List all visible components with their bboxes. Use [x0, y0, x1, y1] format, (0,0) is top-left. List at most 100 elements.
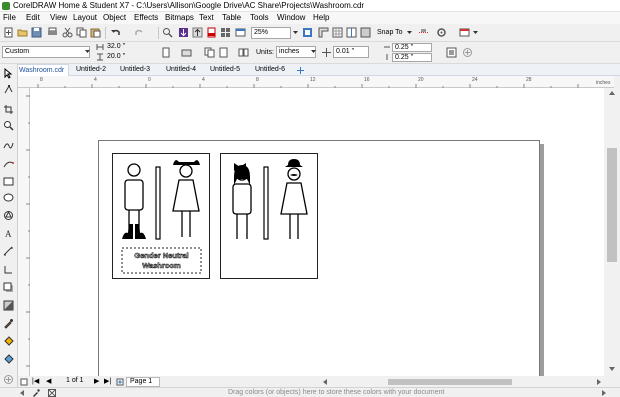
- smart-fill-icon[interactable]: [3, 354, 14, 365]
- nudge-distance-field[interactable]: 0.01 ": [333, 46, 369, 58]
- welcome-screen-icon[interactable]: [235, 27, 246, 38]
- eyedropper-icon[interactable]: [32, 389, 40, 397]
- alignment-guides-icon[interactable]: [418, 27, 429, 38]
- page-size-select[interactable]: Custom: [2, 46, 90, 58]
- tab-untitled-4[interactable]: Untitled-4: [162, 64, 200, 76]
- scroll-up-icon[interactable]: [608, 90, 616, 96]
- polygon-tool-icon[interactable]: [3, 210, 14, 221]
- menu-file[interactable]: File: [3, 13, 16, 22]
- menu-bitmaps[interactable]: Bitmaps: [165, 13, 194, 22]
- show-guidelines-icon[interactable]: [346, 27, 357, 38]
- crop-tool-icon[interactable]: [3, 104, 14, 115]
- menu-table[interactable]: Table: [222, 13, 241, 22]
- color-eyedropper-icon[interactable]: [3, 318, 14, 329]
- open-folder-icon[interactable]: [17, 27, 28, 38]
- vertical-scrollbar[interactable]: [604, 88, 620, 376]
- chevron-down-icon[interactable]: [310, 47, 317, 56]
- application-launcher-icon[interactable]: [220, 27, 231, 38]
- rectangle-tool-icon[interactable]: [3, 176, 14, 187]
- chevron-down-icon[interactable]: [84, 47, 91, 56]
- duplicate-x-field[interactable]: 0.25 ": [392, 43, 432, 52]
- add-page-icon[interactable]: [116, 378, 124, 386]
- page-height-field[interactable]: 20.0 ": [105, 53, 150, 62]
- quick-customize-icon[interactable]: [462, 47, 473, 58]
- add-tool-icon[interactable]: [3, 374, 14, 385]
- no-color-icon[interactable]: [48, 389, 56, 397]
- drawing-canvas[interactable]: Gender Neutral Washroom: [30, 88, 604, 376]
- vertical-scroll-thumb[interactable]: [607, 148, 617, 262]
- first-page-button[interactable]: |◀: [32, 377, 39, 385]
- publish-pdf-icon[interactable]: [206, 27, 217, 38]
- palette-scroll-left-icon[interactable]: [18, 389, 26, 397]
- washroom-sign-gender-neutral[interactable]: Gender Neutral Washroom: [112, 153, 210, 279]
- redo-icon[interactable]: [134, 27, 145, 38]
- menu-edit[interactable]: Edit: [26, 13, 40, 22]
- menu-text[interactable]: Text: [199, 13, 214, 22]
- cut-icon[interactable]: [62, 27, 73, 38]
- last-page-button[interactable]: ▶|: [104, 377, 111, 385]
- next-page-button[interactable]: ▶: [94, 377, 99, 385]
- page-layout-icon[interactable]: [446, 47, 457, 58]
- scroll-left-icon[interactable]: [322, 379, 328, 385]
- all-pages-icon[interactable]: [204, 47, 215, 58]
- tab-untitled-6[interactable]: Untitled-6: [251, 64, 289, 76]
- show-rulers-icon[interactable]: [318, 27, 329, 38]
- vertical-ruler[interactable]: [18, 88, 30, 376]
- interactive-fill-icon[interactable]: [3, 336, 14, 347]
- undo-icon[interactable]: [110, 27, 121, 38]
- search-content-icon[interactable]: [162, 27, 173, 38]
- text-tool-icon[interactable]: A: [3, 228, 14, 239]
- page-options-icon[interactable]: [20, 378, 28, 386]
- bleed-icon[interactable]: [360, 27, 371, 38]
- import-icon[interactable]: [178, 27, 189, 38]
- save-icon[interactable]: [31, 27, 42, 38]
- landscape-icon[interactable]: [181, 47, 192, 58]
- page-width-field[interactable]: 32.0 ": [105, 43, 150, 52]
- tab-washroom[interactable]: Washroom.cdr: [14, 64, 70, 76]
- menu-view[interactable]: View: [50, 13, 67, 22]
- add-tab-icon[interactable]: [297, 67, 304, 74]
- ellipse-tool-icon[interactable]: [3, 192, 14, 203]
- shape-tool-icon[interactable]: [3, 84, 14, 95]
- transparency-tool-icon[interactable]: [3, 300, 14, 311]
- parallel-dimension-icon[interactable]: [3, 246, 14, 257]
- scroll-down-icon[interactable]: [608, 366, 616, 372]
- page-tab[interactable]: Page 1: [126, 377, 160, 387]
- new-document-icon[interactable]: [3, 27, 14, 38]
- copy-icon[interactable]: [76, 27, 87, 38]
- portrait-icon[interactable]: [160, 47, 171, 58]
- options-gear-icon[interactable]: [436, 27, 447, 38]
- menu-layout[interactable]: Layout: [73, 13, 97, 22]
- horizontal-scrollbar[interactable]: [320, 377, 604, 387]
- drawing-page[interactable]: Gender Neutral Washroom: [98, 140, 540, 376]
- palette-scroll-right-icon[interactable]: [600, 389, 608, 397]
- tab-untitled-3[interactable]: Untitled-3: [116, 64, 154, 76]
- menu-window[interactable]: Window: [277, 13, 305, 22]
- menu-effects[interactable]: Effects: [134, 13, 158, 22]
- smart-drawing-icon[interactable]: [3, 158, 14, 169]
- chevron-down-icon[interactable]: [292, 28, 299, 37]
- horizontal-ruler[interactable]: 8 4 0 4 8 12 16 20 24 28 inches: [18, 76, 614, 88]
- horizontal-scroll-thumb[interactable]: [388, 379, 512, 385]
- freehand-tool-icon[interactable]: [3, 140, 14, 151]
- chevron-down-icon[interactable]: [472, 28, 479, 37]
- paste-icon[interactable]: [90, 27, 101, 38]
- drop-shadow-icon[interactable]: [3, 282, 14, 293]
- full-screen-preview-icon[interactable]: [302, 27, 313, 38]
- menu-help[interactable]: Help: [313, 13, 329, 22]
- tab-untitled-2[interactable]: Untitled-2: [72, 64, 110, 76]
- washroom-sign-figures[interactable]: [220, 153, 318, 279]
- snap-to-dropdown[interactable]: Snap To: [377, 29, 403, 36]
- menu-tools[interactable]: Tools: [250, 13, 269, 22]
- zoom-level-combo[interactable]: 25%: [251, 27, 291, 39]
- tab-untitled-5[interactable]: Untitled-5: [206, 64, 244, 76]
- current-page-icon[interactable]: [218, 47, 229, 58]
- chevron-down-icon[interactable]: [406, 28, 413, 37]
- export-icon[interactable]: [192, 27, 203, 38]
- zoom-tool-icon[interactable]: [3, 120, 14, 131]
- launch-icon[interactable]: [459, 27, 470, 38]
- show-grid-icon[interactable]: [332, 27, 343, 38]
- pick-tool-icon[interactable]: [3, 68, 14, 79]
- menu-object[interactable]: Object: [103, 13, 126, 22]
- duplicate-y-field[interactable]: 0.25 ": [392, 53, 432, 62]
